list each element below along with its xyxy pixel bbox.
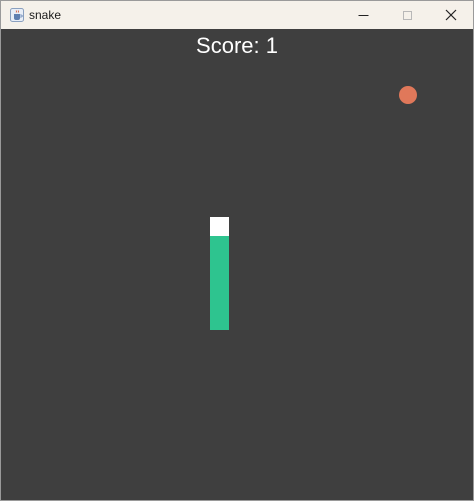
close-button[interactable] <box>429 1 473 29</box>
food-pellet <box>399 86 417 104</box>
game-canvas[interactable]: Score: 1 <box>1 29 473 500</box>
maximize-button[interactable] <box>385 1 429 29</box>
title-bar[interactable]: snake <box>1 1 473 29</box>
score-label: Score: 1 <box>196 33 278 58</box>
minimize-button[interactable] <box>341 1 385 29</box>
snake-head <box>210 217 229 236</box>
window-controls <box>341 1 473 29</box>
minimize-icon <box>358 14 368 16</box>
java-cup-icon <box>10 8 24 22</box>
maximize-icon <box>402 10 412 20</box>
snake-body <box>210 236 229 330</box>
window-title: snake <box>29 8 62 22</box>
close-icon <box>445 9 457 21</box>
app-window: snake Score: 1 <box>0 0 474 501</box>
